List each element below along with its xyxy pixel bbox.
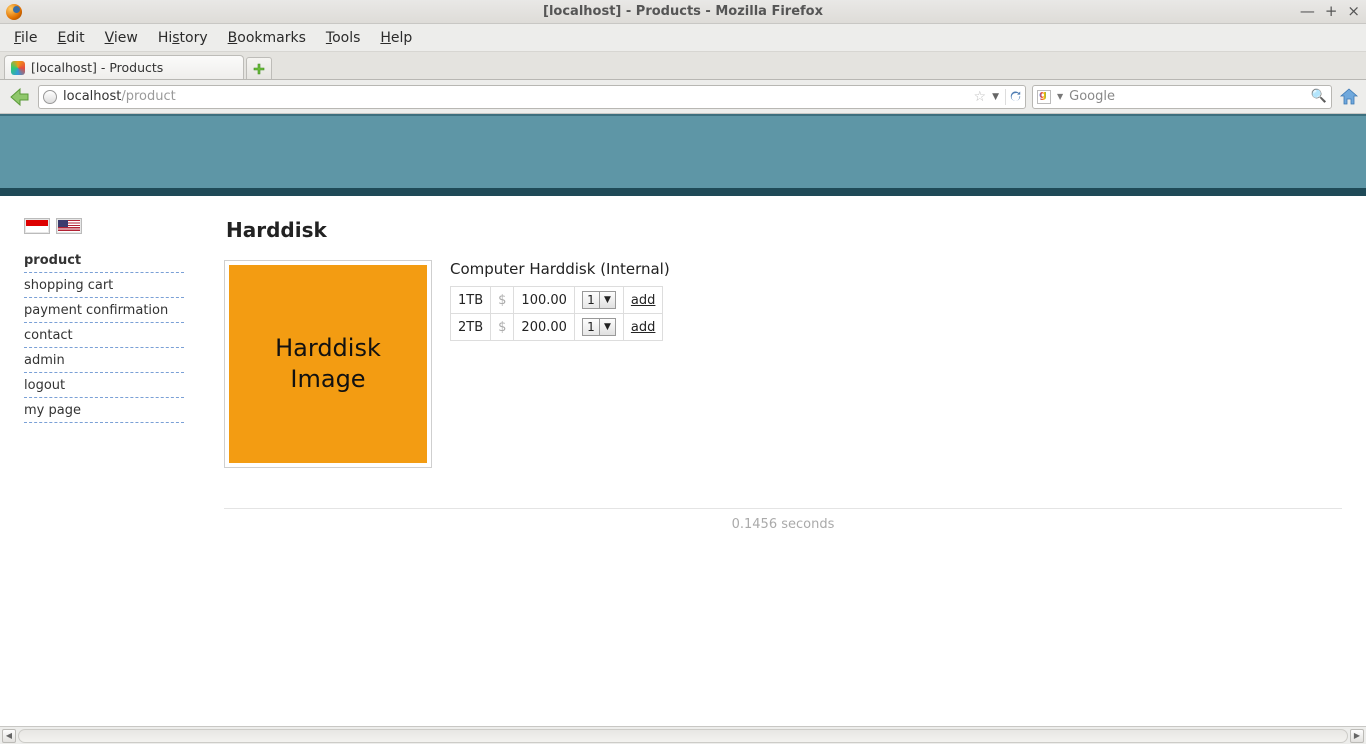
search-icon[interactable]: 🔍: [1311, 89, 1327, 104]
sidebar-item-contact[interactable]: contact: [24, 323, 184, 348]
variant-add-cell: add: [623, 314, 662, 341]
page-banner: [0, 114, 1366, 196]
chevron-down-icon: ▼: [600, 291, 616, 309]
variant-size: 2TB: [451, 314, 491, 341]
google-icon: [1037, 90, 1051, 104]
main-content: Harddisk Harddisk Image Computer Harddis…: [224, 218, 1342, 542]
page-viewport: product shopping cart payment confirmati…: [0, 114, 1366, 726]
home-button[interactable]: [1338, 86, 1360, 108]
currency-symbol: $: [491, 314, 514, 341]
url-bar[interactable]: localhost/product ☆ ▼: [38, 85, 1026, 109]
qty-select[interactable]: 1 ▼: [582, 291, 616, 309]
variant-row: 2TB $ 200.00 1 ▼ add: [451, 314, 663, 341]
sidebar-item-my-page[interactable]: my page: [24, 398, 184, 423]
menubar: File Edit View History Bookmarks Tools H…: [0, 24, 1366, 52]
site-identity-icon: [43, 90, 57, 104]
tab-label: [localhost] - Products: [31, 60, 163, 75]
url-text: localhost/product: [63, 89, 176, 104]
lang-flag-us[interactable]: [56, 218, 82, 234]
search-bar[interactable]: ▼ Google 🔍: [1032, 85, 1332, 109]
lang-flag-id[interactable]: [24, 218, 50, 234]
tab-active[interactable]: [localhost] - Products: [4, 55, 244, 79]
variant-price: 100.00: [514, 287, 575, 314]
sidebar-nav: product shopping cart payment confirmati…: [24, 248, 184, 423]
chevron-down-icon: ▼: [600, 318, 616, 336]
back-button[interactable]: [6, 85, 32, 109]
currency-symbol: $: [491, 287, 514, 314]
window-titlebar: [localhost] - Products - Mozilla Firefox…: [0, 0, 1366, 24]
sidebar-item-admin[interactable]: admin: [24, 348, 184, 373]
scroll-left-button[interactable]: ◀: [2, 729, 16, 743]
scroll-right-button[interactable]: ▶: [1350, 729, 1364, 743]
variant-size: 1TB: [451, 287, 491, 314]
window-maximize-button[interactable]: +: [1325, 2, 1338, 20]
sidebar-item-logout[interactable]: logout: [24, 373, 184, 398]
load-time: 0.1456 seconds: [224, 517, 1342, 542]
horizontal-scrollbar[interactable]: ◀ ▶: [0, 726, 1366, 744]
menu-help[interactable]: Help: [372, 28, 420, 48]
sidebar-item-product[interactable]: product: [24, 248, 184, 273]
variant-table: 1TB $ 100.00 1 ▼ add: [450, 286, 663, 341]
new-tab-button[interactable]: [246, 57, 272, 79]
product-image: Harddisk Image: [224, 260, 432, 468]
variant-qty-cell: 1 ▼: [574, 287, 623, 314]
window-close-button[interactable]: ×: [1347, 2, 1360, 20]
search-placeholder: Google: [1069, 89, 1115, 104]
menu-view[interactable]: View: [97, 28, 146, 48]
add-link[interactable]: add: [631, 320, 655, 335]
reload-button[interactable]: [1005, 89, 1021, 105]
menu-history[interactable]: History: [150, 28, 216, 48]
product-title: Harddisk: [226, 218, 1342, 242]
sidebar: product shopping cart payment confirmati…: [24, 218, 184, 542]
menu-edit[interactable]: Edit: [49, 28, 92, 48]
variant-qty-cell: 1 ▼: [574, 314, 623, 341]
footer-separator: [224, 508, 1342, 509]
menu-bookmarks[interactable]: Bookmarks: [220, 28, 314, 48]
add-link[interactable]: add: [631, 293, 655, 308]
qty-select[interactable]: 1 ▼: [582, 318, 616, 336]
scroll-track[interactable]: [18, 729, 1348, 743]
image-placeholder: Harddisk Image: [229, 265, 427, 463]
tab-favicon: [11, 61, 25, 75]
search-engine-dropdown-icon[interactable]: ▼: [1057, 92, 1063, 101]
menu-file[interactable]: File: [6, 28, 45, 48]
sidebar-item-payment-confirmation[interactable]: payment confirmation: [24, 298, 184, 323]
variant-add-cell: add: [623, 287, 662, 314]
menu-tools[interactable]: Tools: [318, 28, 369, 48]
nav-toolbar: localhost/product ☆ ▼ ▼ Google 🔍: [0, 80, 1366, 114]
tabstrip: [localhost] - Products: [0, 52, 1366, 80]
url-dropdown-icon[interactable]: ▼: [992, 92, 999, 102]
sidebar-item-shopping-cart[interactable]: shopping cart: [24, 273, 184, 298]
window-minimize-button[interactable]: —: [1300, 2, 1315, 20]
variant-row: 1TB $ 100.00 1 ▼ add: [451, 287, 663, 314]
bookmark-star-icon[interactable]: ☆: [974, 89, 987, 105]
variant-price: 200.00: [514, 314, 575, 341]
product-description: Computer Harddisk (Internal): [450, 260, 670, 278]
window-title: [localhost] - Products - Mozilla Firefox: [0, 4, 1366, 19]
